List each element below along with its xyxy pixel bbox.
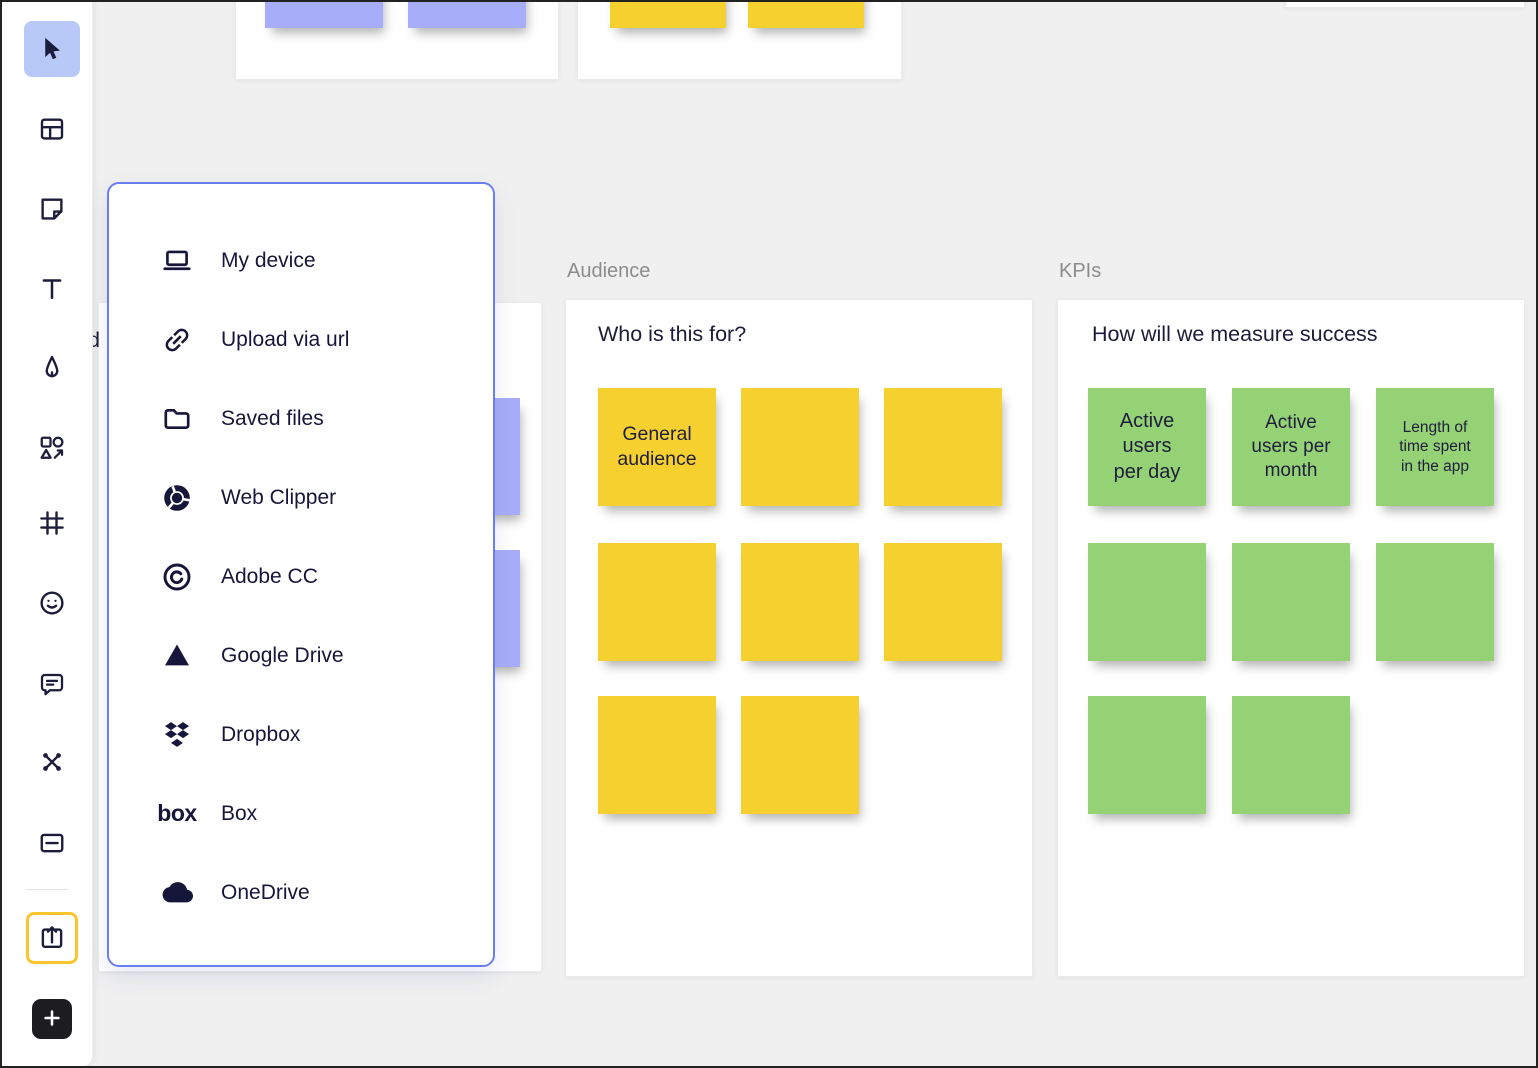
frame-label-audience[interactable]: Audience	[567, 260, 650, 283]
sticky-note[interactable]	[265, 0, 383, 28]
upload-icon	[37, 923, 67, 953]
tool-select[interactable]	[24, 21, 80, 77]
menu-item-label: Adobe CC	[221, 565, 318, 589]
sticky-note[interactable]: Active users per month	[1232, 388, 1350, 506]
tool-text[interactable]	[28, 265, 76, 313]
tool-upload[interactable]	[26, 912, 78, 964]
tool-shapes[interactable]	[28, 424, 76, 472]
frame-partial-top-right[interactable]	[1285, 0, 1525, 8]
menu-item-upload-via-url[interactable]: Upload via url	[109, 300, 493, 379]
sticky-note[interactable]	[748, 0, 864, 28]
onedrive-icon	[157, 873, 197, 913]
toolbar	[2, 2, 93, 1066]
sticky-note[interactable]	[1376, 543, 1494, 661]
pen-icon	[37, 353, 67, 383]
frame-audience[interactable]: Who is this for? General audience	[565, 299, 1033, 977]
whiteboard-app: d Audience Who is this for? General audi…	[0, 0, 1538, 1068]
frame-partial-top-left[interactable]	[235, 0, 559, 80]
sticky-note[interactable]	[1232, 543, 1350, 661]
tool-frame[interactable]	[28, 499, 76, 547]
sticky-note[interactable]	[1088, 696, 1206, 814]
tool-templates[interactable]	[28, 105, 76, 153]
menu-item-label: Saved files	[221, 407, 324, 431]
tool-sticky-note[interactable]	[28, 185, 76, 233]
frame-audience-title[interactable]: Who is this for?	[598, 322, 746, 347]
menu-item-label: My device	[221, 249, 316, 273]
sticky-note[interactable]	[884, 543, 1002, 661]
sticky-note[interactable]	[741, 388, 859, 506]
card-icon	[37, 828, 67, 858]
sticker-icon	[37, 588, 67, 618]
plus-icon	[41, 1007, 63, 1032]
sticky-note[interactable]: Active users per day	[1088, 388, 1206, 506]
add-button[interactable]	[32, 999, 72, 1039]
sticky-note[interactable]	[1232, 696, 1350, 814]
menu-item-onedrive[interactable]: OneDrive	[109, 853, 493, 932]
templates-icon	[37, 114, 67, 144]
sticky-note-icon	[37, 194, 67, 224]
toolbar-divider	[26, 889, 68, 890]
upload-menu: My device Upload via url Saved files Web…	[107, 182, 495, 967]
menu-item-box[interactable]: box Box	[109, 774, 493, 853]
menu-item-label: Dropbox	[221, 723, 300, 747]
menu-item-google-drive[interactable]: Google Drive	[109, 616, 493, 695]
sticky-note[interactable]	[610, 0, 726, 28]
tool-card[interactable]	[28, 819, 76, 867]
dropbox-icon	[157, 715, 197, 755]
laptop-icon	[157, 241, 197, 281]
frame-label-kpis[interactable]: KPIs	[1059, 260, 1101, 283]
sticky-note[interactable]	[1088, 543, 1206, 661]
sticky-note[interactable]	[741, 543, 859, 661]
menu-item-adobe-cc[interactable]: Adobe CC	[109, 537, 493, 616]
menu-item-web-clipper[interactable]: Web Clipper	[109, 458, 493, 537]
sticky-note[interactable]	[598, 543, 716, 661]
tool-apps[interactable]	[28, 738, 76, 786]
tool-stickers[interactable]	[28, 579, 76, 627]
menu-item-saved-files[interactable]: Saved files	[109, 379, 493, 458]
folder-icon	[157, 399, 197, 439]
box-logo: box	[157, 794, 197, 834]
menu-item-label: OneDrive	[221, 881, 310, 905]
link-icon	[157, 320, 197, 360]
apps-icon	[37, 747, 67, 777]
menu-item-label: Web Clipper	[221, 486, 336, 510]
menu-item-label: Box	[221, 802, 257, 826]
menu-item-my-device[interactable]: My device	[109, 221, 493, 300]
sticky-note[interactable]	[741, 696, 859, 814]
sticky-note[interactable]	[884, 388, 1002, 506]
sticky-note[interactable]	[598, 696, 716, 814]
tool-comment[interactable]	[28, 661, 76, 709]
shapes-icon	[37, 433, 67, 463]
sticky-note[interactable]: Length of time spent in the app	[1376, 388, 1494, 506]
menu-item-label: Upload via url	[221, 328, 349, 352]
sticky-note[interactable]: General audience	[598, 388, 716, 506]
google-drive-icon	[157, 636, 197, 676]
frame-kpis[interactable]: How will we measure success Active users…	[1057, 299, 1525, 977]
text-icon	[37, 274, 67, 304]
adobe-cc-icon	[157, 557, 197, 597]
frame-partial-top-middle[interactable]	[577, 0, 902, 80]
sticky-note[interactable]	[408, 0, 526, 28]
menu-item-label: Google Drive	[221, 644, 344, 668]
cursor-icon	[38, 35, 66, 63]
frame-kpis-title[interactable]: How will we measure success	[1092, 322, 1378, 347]
tool-pen[interactable]	[28, 344, 76, 392]
menu-item-dropbox[interactable]: Dropbox	[109, 695, 493, 774]
chrome-icon	[157, 478, 197, 518]
comment-icon	[37, 670, 67, 700]
frame-icon	[37, 508, 67, 538]
